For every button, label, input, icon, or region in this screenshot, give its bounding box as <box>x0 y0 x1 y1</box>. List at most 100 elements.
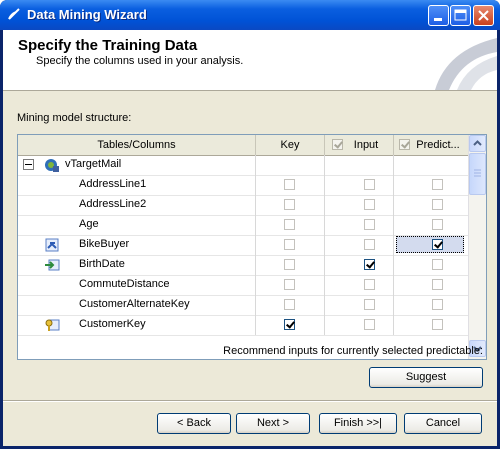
table-row[interactable]: Age <box>18 215 469 236</box>
table-row[interactable]: CommuteDistance <box>18 275 469 296</box>
back-button[interactable]: < Back <box>157 413 231 434</box>
cancel-button[interactable]: Cancel <box>404 413 482 434</box>
predict-checkbox[interactable] <box>432 239 443 250</box>
col-header-predict[interactable]: Predict... <box>394 135 469 155</box>
wizard-window: Data Mining Wizard Specify the Training … <box>0 0 500 449</box>
col-header-tables[interactable]: Tables/Columns <box>18 135 256 155</box>
table-row[interactable]: AddressLine2 <box>18 195 469 216</box>
input-checkbox[interactable] <box>364 259 375 270</box>
header-predict-checkbox[interactable] <box>399 139 410 150</box>
collapse-icon[interactable] <box>23 159 34 170</box>
table-row[interactable]: CustomerAlternateKey <box>18 295 469 316</box>
suggest-button[interactable]: Suggest <box>369 367 483 388</box>
input-checkbox[interactable] <box>364 319 375 330</box>
predict-checkbox[interactable] <box>432 219 443 230</box>
wizard-body: Specify the Training Data Specify the co… <box>3 30 497 446</box>
wizard-app-icon <box>8 8 20 20</box>
column-name-cell: AddressLine1 <box>18 175 256 195</box>
input-cell <box>325 155 394 175</box>
key-checkbox[interactable] <box>284 199 295 210</box>
key-cell <box>256 195 325 215</box>
input-checkbox[interactable] <box>364 239 375 250</box>
table-row-vtargetmail[interactable]: vTargetMail <box>18 155 469 176</box>
chevron-up-icon <box>473 140 482 146</box>
title-bar[interactable]: Data Mining Wizard <box>0 0 500 30</box>
column-name: Age <box>79 218 99 230</box>
input-cell <box>325 175 394 195</box>
column-name-cell: CustomerKey <box>18 315 256 335</box>
column-name: AddressLine2 <box>79 198 147 210</box>
col-header-key-label: Key <box>280 139 300 151</box>
table-row[interactable]: AddressLine1 <box>18 175 469 196</box>
col-header-tables-label: Tables/Columns <box>97 139 176 151</box>
key-cell <box>256 175 325 195</box>
predict-checkbox[interactable] <box>432 319 443 330</box>
column-name: AddressLine1 <box>79 178 147 190</box>
key-checkbox[interactable] <box>284 319 295 330</box>
column-name-cell: CommuteDistance <box>18 275 256 295</box>
col-header-key[interactable]: Key <box>256 135 325 155</box>
predict-checkbox[interactable] <box>432 179 443 190</box>
key-checkbox[interactable] <box>284 239 295 250</box>
key-cell <box>256 275 325 295</box>
input-cell <box>325 295 394 315</box>
key-checkbox[interactable] <box>284 259 295 270</box>
predict-cell <box>394 235 469 255</box>
predict-cell <box>394 215 469 235</box>
table-row[interactable]: BirthDate <box>18 255 469 276</box>
finish-button[interactable]: Finish >>| <box>319 413 397 434</box>
maximize-icon <box>454 9 467 21</box>
key-cell <box>256 255 325 275</box>
key-checkbox[interactable] <box>284 179 295 190</box>
grid-header: Tables/Columns Key Input Predict... <box>18 135 469 156</box>
key-cell <box>256 315 325 335</box>
scroll-up-button[interactable] <box>469 135 486 152</box>
col-header-predict-label: Predict... <box>416 139 460 151</box>
page-subtitle: Specify the columns used in your analysi… <box>36 55 244 67</box>
column-name: CommuteDistance <box>79 278 170 290</box>
table-name-cell: vTargetMail <box>18 155 256 175</box>
vertical-scrollbar[interactable] <box>468 135 486 359</box>
next-button[interactable]: Next > <box>236 413 310 434</box>
input-checkbox[interactable] <box>364 219 375 230</box>
input-checkbox[interactable] <box>364 179 375 190</box>
window-title: Data Mining Wizard <box>27 7 147 22</box>
predict-checkbox[interactable] <box>432 299 443 310</box>
input-checkbox[interactable] <box>364 299 375 310</box>
predict-checkbox[interactable] <box>432 259 443 270</box>
predict-checkbox[interactable] <box>432 199 443 210</box>
input-column-icon <box>44 257 60 276</box>
column-name-cell: AddressLine2 <box>18 195 256 215</box>
input-checkbox[interactable] <box>364 279 375 290</box>
table-name: vTargetMail <box>65 158 122 170</box>
column-name-cell: BikeBuyer <box>18 235 256 255</box>
header-input-checkbox[interactable] <box>332 139 343 150</box>
column-name: BirthDate <box>79 258 125 270</box>
selected-cell-highlight <box>396 236 464 253</box>
predict-cell <box>394 255 469 275</box>
key-checkbox[interactable] <box>284 279 295 290</box>
maximize-button[interactable] <box>450 5 471 26</box>
key-checkbox[interactable] <box>284 299 295 310</box>
col-header-input[interactable]: Input <box>325 135 394 155</box>
predict-cell <box>394 175 469 195</box>
predict-cell <box>394 275 469 295</box>
scroll-thumb[interactable] <box>469 153 486 195</box>
table-row[interactable]: CustomerKey <box>18 315 469 336</box>
column-name: CustomerKey <box>79 318 146 330</box>
column-name: BikeBuyer <box>79 238 130 250</box>
input-cell <box>325 195 394 215</box>
input-checkbox[interactable] <box>364 199 375 210</box>
recommend-label: Recommend inputs for currently selected … <box>223 345 483 357</box>
col-header-input-label: Input <box>353 139 379 151</box>
minimize-button[interactable] <box>428 5 449 26</box>
table-row[interactable]: BikeBuyer <box>18 235 469 256</box>
predict-cell <box>394 295 469 315</box>
predict-checkbox[interactable] <box>432 279 443 290</box>
grip-icon <box>474 169 481 177</box>
close-button[interactable] <box>473 5 494 26</box>
input-cell <box>325 275 394 295</box>
key-checkbox[interactable] <box>284 219 295 230</box>
wizard-header: Specify the Training Data Specify the co… <box>3 30 497 91</box>
key-cell <box>256 215 325 235</box>
